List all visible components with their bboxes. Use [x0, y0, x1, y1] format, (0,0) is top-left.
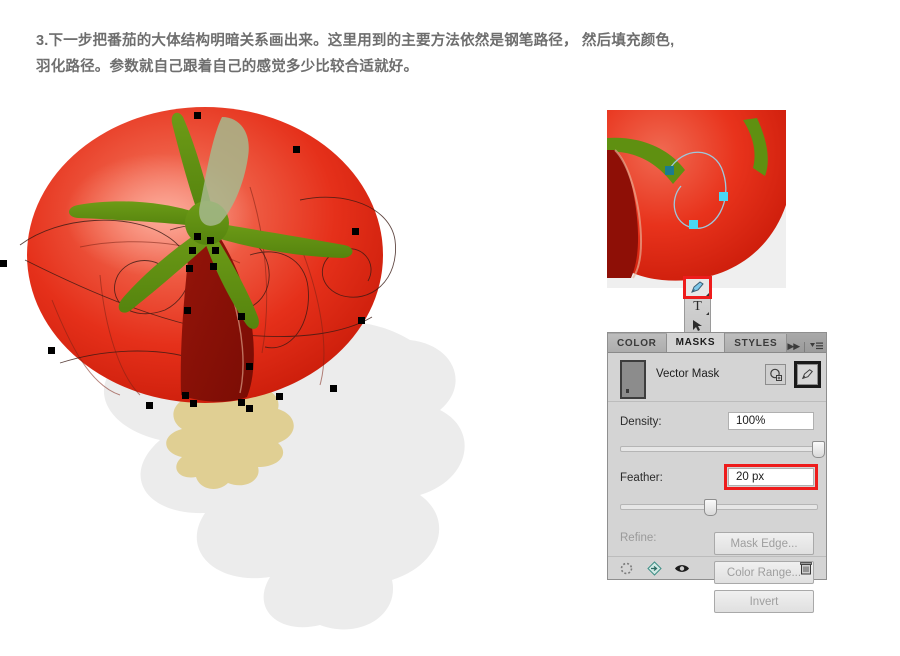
tab-masks[interactable]: MASKS: [666, 333, 726, 352]
feather-slider-row: [608, 499, 826, 516]
toggle-mask-visibility-icon[interactable]: [672, 558, 692, 578]
add-vector-mask-button[interactable]: [794, 361, 821, 388]
delete-mask-icon[interactable]: [796, 558, 816, 578]
mask-title: Vector Mask: [656, 368, 720, 380]
panel-footer: [608, 556, 826, 579]
density-label: Density:: [620, 416, 662, 428]
add-vector-mask-icon: [801, 369, 813, 380]
feather-value[interactable]: 20 px: [724, 464, 818, 490]
mask-header-row: Vector Mask: [608, 353, 826, 402]
feather-control: Feather: 20 px: [608, 464, 826, 490]
canvas-preview[interactable]: [607, 110, 786, 288]
double-chevron-right-icon[interactable]: ▶▶: [787, 341, 800, 352]
tool-more-corner: [706, 312, 709, 315]
density-value[interactable]: 100%: [728, 412, 814, 430]
refine-row-3: Invert: [608, 590, 826, 613]
path-selection-arrow-icon: [692, 320, 702, 331]
tomato-artwork-stage: [0, 95, 600, 640]
tutorial-caption: 3.下一步把番茄的大体结构明暗关系画出来。这里用到的主要方法依然是钢笔路径， 然…: [36, 28, 866, 80]
caption-line-1: 3.下一步把番茄的大体结构明暗关系画出来。这里用到的主要方法依然是钢笔路径， 然…: [36, 33, 675, 49]
feather-label: Feather:: [620, 472, 663, 484]
density-slider-track[interactable]: [620, 441, 825, 458]
panel-menu-icon[interactable]: [810, 342, 824, 351]
vector-mask-thumbnail[interactable]: [620, 360, 646, 399]
density-slider-knob[interactable]: [812, 441, 825, 458]
tool-more-corner: [706, 293, 709, 296]
refine-row-1: Refine: Mask Edge...: [608, 532, 826, 555]
tool-flyout[interactable]: T: [683, 276, 712, 336]
mask-edge-button[interactable]: Mask Edge...: [714, 532, 814, 555]
header-divider: [804, 341, 806, 352]
feather-slider-track[interactable]: [620, 499, 818, 516]
add-pixel-mask-icon: [770, 368, 782, 381]
density-control: Density: 100%: [608, 412, 826, 434]
preview-anchor: [719, 192, 728, 201]
apply-mask-icon[interactable]: [644, 558, 664, 578]
panel-tab-bar: COLOR MASKS STYLES ▶▶: [608, 333, 826, 353]
pen-tool-button[interactable]: [683, 276, 712, 299]
preview-anchor-selected: [665, 166, 674, 175]
feather-slider-knob[interactable]: [704, 499, 718, 516]
refine-label: Refine:: [620, 532, 657, 544]
masks-panel: COLOR MASKS STYLES ▶▶ Vector Mask Densit…: [607, 332, 827, 613]
pen-icon: [691, 281, 704, 293]
tab-styles[interactable]: STYLES: [725, 334, 788, 352]
type-tool-label: T: [693, 298, 702, 314]
tab-color[interactable]: COLOR: [608, 334, 667, 352]
thumbnail-mark: [626, 389, 629, 393]
caption-line-2: 羽化路径。参数就自己跟着自己的感觉多少比较合适就好。: [36, 59, 419, 75]
add-pixel-mask-button[interactable]: [765, 364, 786, 385]
invert-button[interactable]: Invert: [714, 590, 814, 613]
load-selection-icon[interactable]: [616, 558, 636, 578]
preview-anchor: [689, 220, 698, 229]
panel-header-icons: ▶▶: [787, 341, 829, 352]
page-root: 3.下一步把番茄的大体结构明暗关系画出来。这里用到的主要方法依然是钢笔路径， 然…: [0, 0, 900, 656]
density-slider-row: [608, 441, 826, 458]
type-tool-button[interactable]: T: [685, 297, 710, 316]
